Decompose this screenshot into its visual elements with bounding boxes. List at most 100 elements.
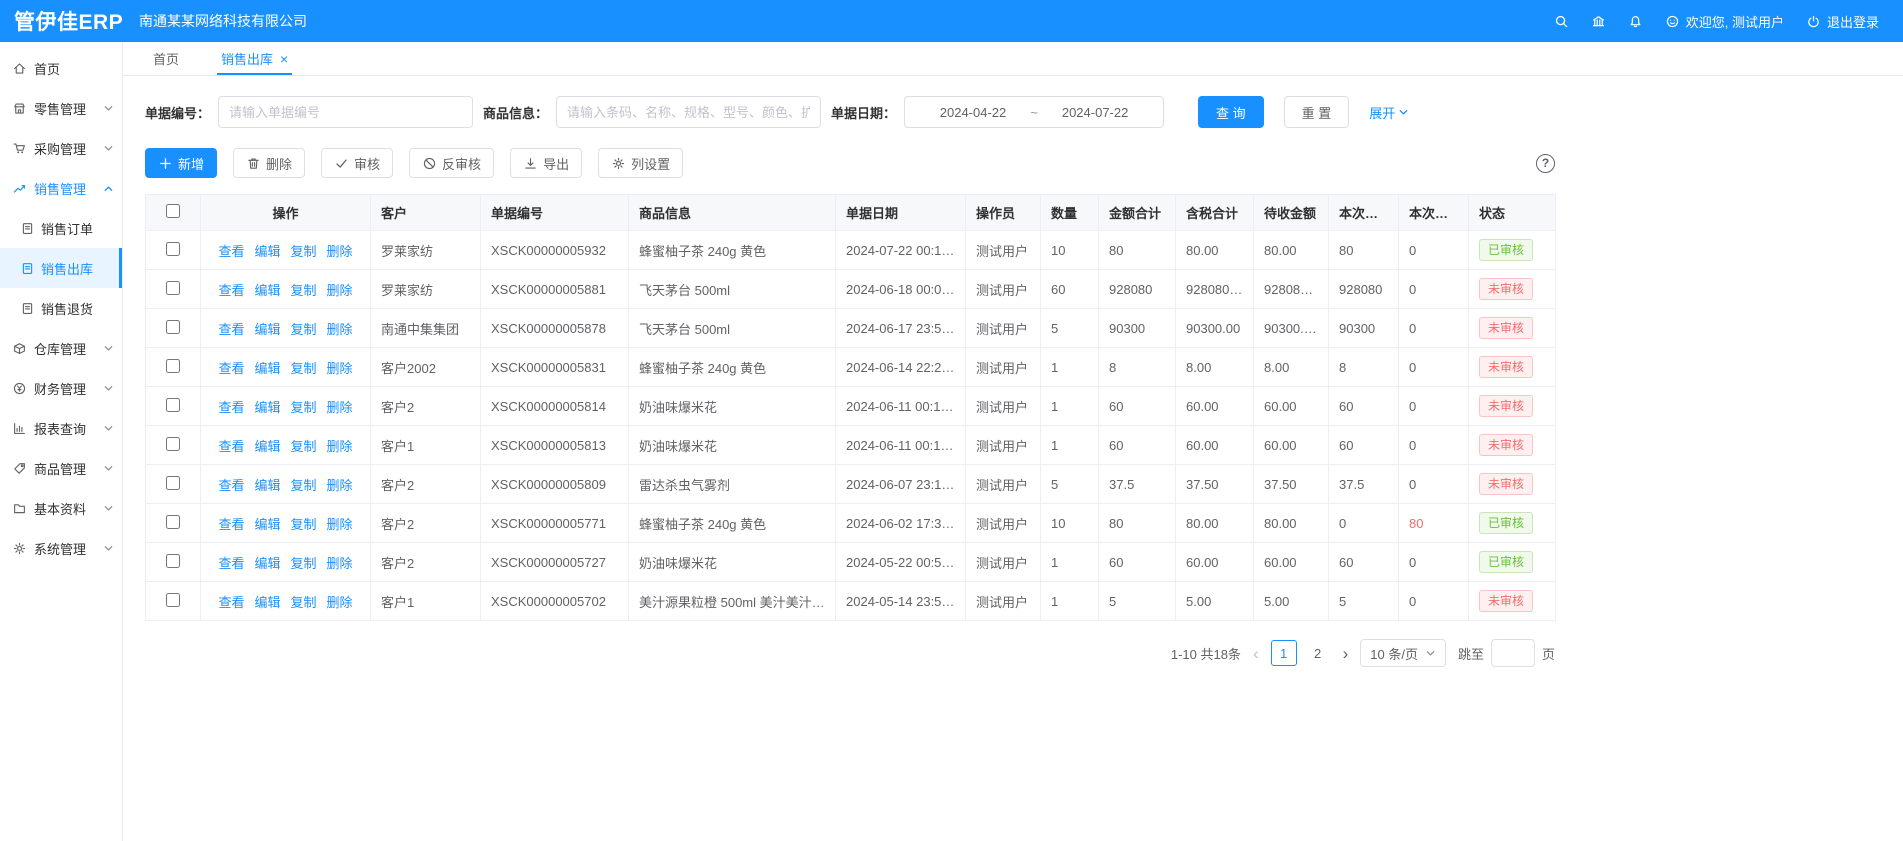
row-checkbox[interactable] xyxy=(166,476,180,490)
row-checkbox[interactable] xyxy=(166,281,180,295)
row-checkbox[interactable] xyxy=(166,554,180,568)
audit-button[interactable]: 审核 xyxy=(321,148,393,178)
row-checkbox[interactable] xyxy=(166,398,180,412)
sidebar-item-sales-return[interactable]: 销售退货 xyxy=(0,288,122,328)
delete-link[interactable]: 删除 xyxy=(327,556,353,571)
jump-page-input[interactable] xyxy=(1491,639,1535,667)
sidebar-item-retail[interactable]: 零售管理 xyxy=(0,88,122,128)
sidebar-item-warehouse[interactable]: 仓库管理 xyxy=(0,328,122,368)
copy-link[interactable]: 复制 xyxy=(291,439,317,454)
bill-no-input[interactable] xyxy=(218,96,473,128)
delete-link[interactable]: 删除 xyxy=(327,283,353,298)
edit-link[interactable]: 编辑 xyxy=(254,361,280,376)
status-badge: 未审核 xyxy=(1479,434,1533,456)
row-checkbox[interactable] xyxy=(166,242,180,256)
tab-sales-outbound[interactable]: 销售出库× xyxy=(221,42,288,75)
view-link[interactable]: 查看 xyxy=(218,595,244,610)
delete-link[interactable]: 删除 xyxy=(327,322,353,337)
bell-icon[interactable] xyxy=(1628,14,1643,29)
unaudit-button[interactable]: 反审核 xyxy=(409,148,494,178)
search-icon[interactable] xyxy=(1554,14,1569,29)
copy-link[interactable]: 复制 xyxy=(291,283,317,298)
view-link[interactable]: 查看 xyxy=(218,517,244,532)
product-info-input[interactable] xyxy=(556,96,821,128)
help-icon[interactable]: ? xyxy=(1536,154,1555,173)
edit-link[interactable]: 编辑 xyxy=(254,283,280,298)
prev-page-button[interactable]: ‹ xyxy=(1253,645,1259,662)
delete-button[interactable]: 删除 xyxy=(233,148,305,178)
page-1-button[interactable]: 1 xyxy=(1271,640,1297,666)
product-info-cell: 雷达杀虫气雾剂 xyxy=(629,465,836,504)
edit-link[interactable]: 编辑 xyxy=(254,556,280,571)
copy-link[interactable]: 复制 xyxy=(291,244,317,259)
reset-button[interactable]: 重 置 xyxy=(1284,96,1350,128)
view-link[interactable]: 查看 xyxy=(218,361,244,376)
view-link[interactable]: 查看 xyxy=(218,439,244,454)
page-2-button[interactable]: 2 xyxy=(1305,640,1331,666)
quantity-cell: 5 xyxy=(1041,465,1099,504)
delete-link[interactable]: 删除 xyxy=(327,361,353,376)
operator-cell: 测试用户 xyxy=(966,543,1041,582)
view-link[interactable]: 查看 xyxy=(218,400,244,415)
sidebar-item-product[interactable]: 商品管理 xyxy=(0,448,122,488)
edit-link[interactable]: 编辑 xyxy=(254,400,280,415)
add-button[interactable]: 新增 xyxy=(145,148,217,178)
copy-link[interactable]: 复制 xyxy=(291,322,317,337)
view-link[interactable]: 查看 xyxy=(218,478,244,493)
sidebar-subitem-label: 销售订单 xyxy=(41,219,93,238)
delete-link[interactable]: 删除 xyxy=(327,400,353,415)
sidebar-item-report[interactable]: 报表查询 xyxy=(0,408,122,448)
copy-link[interactable]: 复制 xyxy=(291,478,317,493)
delete-link[interactable]: 删除 xyxy=(327,517,353,532)
home-icon[interactable] xyxy=(1591,14,1606,29)
sidebar-item-purchase[interactable]: 采购管理 xyxy=(0,128,122,168)
sidebar-item-sales-order[interactable]: 销售订单 xyxy=(0,208,122,248)
select-all-checkbox[interactable] xyxy=(166,204,180,218)
copy-link[interactable]: 复制 xyxy=(291,400,317,415)
view-link[interactable]: 查看 xyxy=(218,244,244,259)
page-size-select[interactable]: 10 条/页 xyxy=(1360,639,1446,667)
logout-button[interactable]: 退出登录 xyxy=(1806,12,1879,31)
sidebar-item-sales-outbound[interactable]: 销售出库 xyxy=(0,248,122,288)
row-checkbox[interactable] xyxy=(166,320,180,334)
expand-link[interactable]: 展开 xyxy=(1369,103,1409,122)
sidebar-item-home[interactable]: 首页 xyxy=(0,48,122,88)
bill-no-cell: XSCK00000005771 xyxy=(481,504,629,543)
copy-link[interactable]: 复制 xyxy=(291,517,317,532)
view-link[interactable]: 查看 xyxy=(218,556,244,571)
close-icon[interactable]: × xyxy=(280,52,288,66)
edit-link[interactable]: 编辑 xyxy=(254,595,280,610)
edit-link[interactable]: 编辑 xyxy=(254,322,280,337)
delete-link[interactable]: 删除 xyxy=(327,439,353,454)
edit-link[interactable]: 编辑 xyxy=(254,244,280,259)
row-checkbox[interactable] xyxy=(166,359,180,373)
next-page-button[interactable]: › xyxy=(1343,645,1349,662)
row-checkbox[interactable] xyxy=(166,515,180,529)
date-range-picker[interactable]: 2024-04-22 ~ 2024-07-22 xyxy=(904,96,1164,128)
copy-link[interactable]: 复制 xyxy=(291,361,317,376)
edit-link[interactable]: 编辑 xyxy=(254,517,280,532)
sidebar-item-finance[interactable]: 财务管理 xyxy=(0,368,122,408)
delete-link[interactable]: 删除 xyxy=(327,244,353,259)
date-to[interactable]: 2024-07-22 xyxy=(1062,105,1129,120)
delete-link[interactable]: 删除 xyxy=(327,595,353,610)
sidebar-item-system[interactable]: 系统管理 xyxy=(0,528,122,568)
user-menu[interactable]: 欢迎您, 测试用户 xyxy=(1665,12,1784,31)
search-button[interactable]: 查 询 xyxy=(1198,96,1264,128)
sidebar-item-sales[interactable]: 销售管理 xyxy=(0,168,122,208)
edit-link[interactable]: 编辑 xyxy=(254,478,280,493)
view-link[interactable]: 查看 xyxy=(218,322,244,337)
delete-link[interactable]: 删除 xyxy=(327,478,353,493)
columns-button[interactable]: 列设置 xyxy=(598,148,683,178)
receivable-cell: 60.00 xyxy=(1254,426,1329,465)
tab-home[interactable]: 首页 xyxy=(153,42,179,75)
sidebar-item-basic[interactable]: 基本资料 xyxy=(0,488,122,528)
date-from[interactable]: 2024-04-22 xyxy=(940,105,1007,120)
edit-link[interactable]: 编辑 xyxy=(254,439,280,454)
copy-link[interactable]: 复制 xyxy=(291,595,317,610)
row-checkbox[interactable] xyxy=(166,437,180,451)
view-link[interactable]: 查看 xyxy=(218,283,244,298)
copy-link[interactable]: 复制 xyxy=(291,556,317,571)
row-checkbox[interactable] xyxy=(166,593,180,607)
export-button[interactable]: 导出 xyxy=(510,148,582,178)
